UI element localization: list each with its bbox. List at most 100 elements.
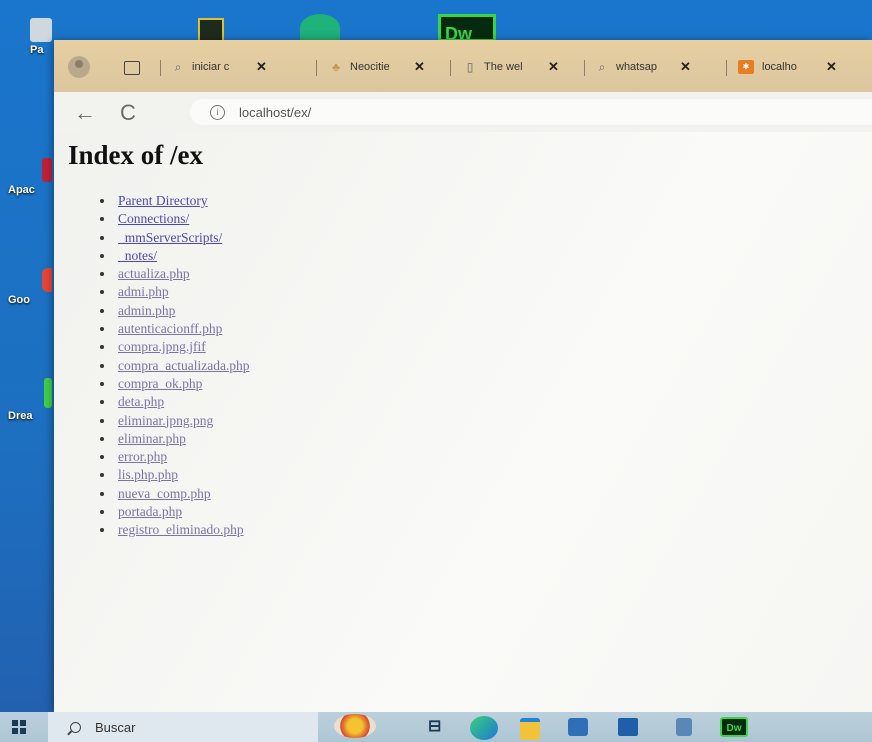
directory-listing: Parent Directory Connections/ _mmServerS… bbox=[100, 192, 250, 540]
dreamweaver-icon bbox=[44, 378, 52, 408]
tab-separator bbox=[316, 60, 317, 76]
file-link[interactable]: deta.php bbox=[118, 394, 164, 409]
list-item: registro_eliminado.php bbox=[100, 521, 250, 539]
list-item: autenticacionff.php bbox=[100, 320, 250, 338]
file-link[interactable]: registro_eliminado.php bbox=[118, 522, 244, 537]
search-placeholder: Buscar bbox=[95, 719, 136, 735]
profile-avatar-icon[interactable] bbox=[68, 56, 90, 78]
directory-link[interactable]: Connections/ bbox=[118, 211, 189, 226]
browser-window: ⌕ iniciar c ✕ ♣ Neocitie ✕ ▯ The wel ✕ ⌕… bbox=[54, 40, 872, 712]
tab-search-1[interactable]: ⌕ iniciar c ✕ bbox=[172, 57, 267, 77]
search-icon: ⌕ bbox=[598, 59, 606, 74]
list-item: compra_actualizada.php bbox=[100, 357, 250, 375]
desktop-icon-label: Pa bbox=[30, 44, 44, 56]
recycle-bin-icon bbox=[30, 18, 52, 42]
list-item: actualiza.php bbox=[100, 265, 250, 283]
dreamweaver-icon[interactable]: Dw bbox=[720, 717, 748, 737]
chrome-icon bbox=[42, 268, 52, 292]
file-link[interactable]: eliminar.jpng.png bbox=[118, 413, 213, 428]
list-item: deta.php bbox=[100, 393, 250, 411]
list-item: admi.php bbox=[100, 283, 250, 301]
cat-icon: ♣ bbox=[332, 60, 340, 74]
taskbar: Buscar ⊟ Dw bbox=[0, 712, 872, 742]
list-item: admin.php bbox=[100, 302, 250, 320]
address-text: localhost/ex/ bbox=[239, 104, 312, 120]
document-icon: ▯ bbox=[466, 60, 474, 74]
edge-icon[interactable] bbox=[470, 716, 498, 740]
back-arrow-icon[interactable]: ← bbox=[74, 100, 96, 126]
tab-bar: ⌕ iniciar c ✕ ♣ Neocitie ✕ ▯ The wel ✕ ⌕… bbox=[54, 40, 872, 92]
tab-the-web[interactable]: ▯ The wel ✕ bbox=[464, 57, 559, 77]
tab-title: iniciar c bbox=[192, 61, 230, 73]
widgets-icon[interactable] bbox=[334, 714, 376, 738]
close-tab-icon[interactable]: ✕ bbox=[414, 59, 425, 75]
file-link[interactable]: error.php bbox=[118, 449, 167, 464]
apache-desktop-icon[interactable]: Apac bbox=[8, 158, 52, 196]
apache-icon bbox=[42, 158, 52, 182]
directory-link[interactable]: _notes/ bbox=[118, 248, 157, 263]
windows-start-icon[interactable] bbox=[12, 720, 26, 734]
site-info-icon[interactable]: i bbox=[210, 104, 225, 120]
file-link[interactable]: admin.php bbox=[118, 303, 175, 318]
notepad-icon[interactable] bbox=[676, 718, 692, 736]
refresh-icon[interactable]: C bbox=[120, 100, 136, 126]
tab-title: Neocitie bbox=[350, 61, 390, 73]
file-link[interactable]: portada.php bbox=[118, 504, 182, 519]
list-item: nueva_comp.php bbox=[100, 485, 250, 503]
directory-link[interactable]: Parent Directory bbox=[118, 193, 208, 208]
google-chrome-desktop-icon[interactable]: Goo bbox=[8, 268, 52, 306]
file-link[interactable]: eliminar.php bbox=[118, 431, 186, 446]
dreamweaver-desktop-icon[interactable]: Drea bbox=[8, 378, 52, 422]
file-link[interactable]: compra.jpng.jfif bbox=[118, 339, 206, 354]
search-icon bbox=[70, 721, 81, 733]
file-link[interactable]: autenticacionff.php bbox=[118, 321, 222, 336]
tab-neocities[interactable]: ♣ Neocitie ✕ bbox=[330, 57, 425, 77]
taskbar-search[interactable]: Buscar bbox=[48, 712, 318, 742]
file-link[interactable]: nueva_comp.php bbox=[118, 486, 211, 501]
desktop-icon-label: Apac bbox=[8, 184, 35, 196]
close-tab-icon[interactable]: ✕ bbox=[548, 59, 559, 75]
close-tab-icon[interactable]: ✕ bbox=[256, 59, 267, 75]
list-item: Parent Directory bbox=[100, 192, 250, 210]
file-link[interactable]: compra_actualizada.php bbox=[118, 358, 250, 373]
xampp-icon: ✱ bbox=[738, 60, 754, 74]
file-link[interactable]: lis.php.php bbox=[118, 467, 178, 482]
file-link[interactable]: compra_ok.php bbox=[118, 376, 202, 391]
tab-separator bbox=[160, 60, 161, 76]
tab-actions-icon[interactable] bbox=[124, 61, 140, 75]
store-icon[interactable] bbox=[568, 718, 588, 736]
list-item: eliminar.php bbox=[100, 430, 250, 448]
edge-desktop-icon[interactable] bbox=[300, 14, 340, 42]
tab-title: whatsap bbox=[616, 61, 657, 73]
desktop-icon-label: Goo bbox=[8, 294, 30, 306]
tab-title: localho bbox=[762, 61, 797, 73]
tab-separator bbox=[584, 60, 585, 76]
file-explorer-icon[interactable] bbox=[520, 718, 540, 740]
search-icon: ⌕ bbox=[174, 59, 182, 74]
list-item: _notes/ bbox=[100, 247, 250, 265]
tab-title: The wel bbox=[484, 61, 523, 73]
tab-search-2[interactable]: ⌕ whatsap ✕ bbox=[596, 57, 691, 77]
mail-icon[interactable] bbox=[618, 718, 638, 736]
desktop-icon-label: Drea bbox=[8, 410, 33, 422]
page-title: Index of /ex bbox=[68, 140, 203, 170]
list-item: eliminar.jpng.png bbox=[100, 412, 250, 430]
address-bar[interactable]: i localhost/ex/ bbox=[190, 99, 872, 125]
page-content: Index of /ex Parent Directory Connection… bbox=[54, 132, 872, 712]
list-item: lis.php.php bbox=[100, 466, 250, 484]
list-item: error.php bbox=[100, 448, 250, 466]
file-link[interactable]: admi.php bbox=[118, 284, 169, 299]
file-link[interactable]: actualiza.php bbox=[118, 266, 190, 281]
recycle-bin-desktop-icon[interactable]: Pa bbox=[30, 18, 52, 56]
dreamweaver-desktop-icon-top[interactable]: Dw bbox=[438, 14, 496, 42]
tab-localhost[interactable]: ✱ localho ✕ bbox=[738, 57, 837, 77]
tab-separator bbox=[726, 60, 727, 76]
task-view-icon[interactable]: ⊟ bbox=[428, 718, 448, 736]
list-item: compra_ok.php bbox=[100, 375, 250, 393]
list-item: portada.php bbox=[100, 503, 250, 521]
list-item: compra.jpng.jfif bbox=[100, 338, 250, 356]
list-item: Connections/ bbox=[100, 210, 250, 228]
close-tab-icon[interactable]: ✕ bbox=[680, 59, 691, 75]
directory-link[interactable]: _mmServerScripts/ bbox=[118, 230, 222, 245]
close-tab-icon[interactable]: ✕ bbox=[826, 59, 837, 75]
